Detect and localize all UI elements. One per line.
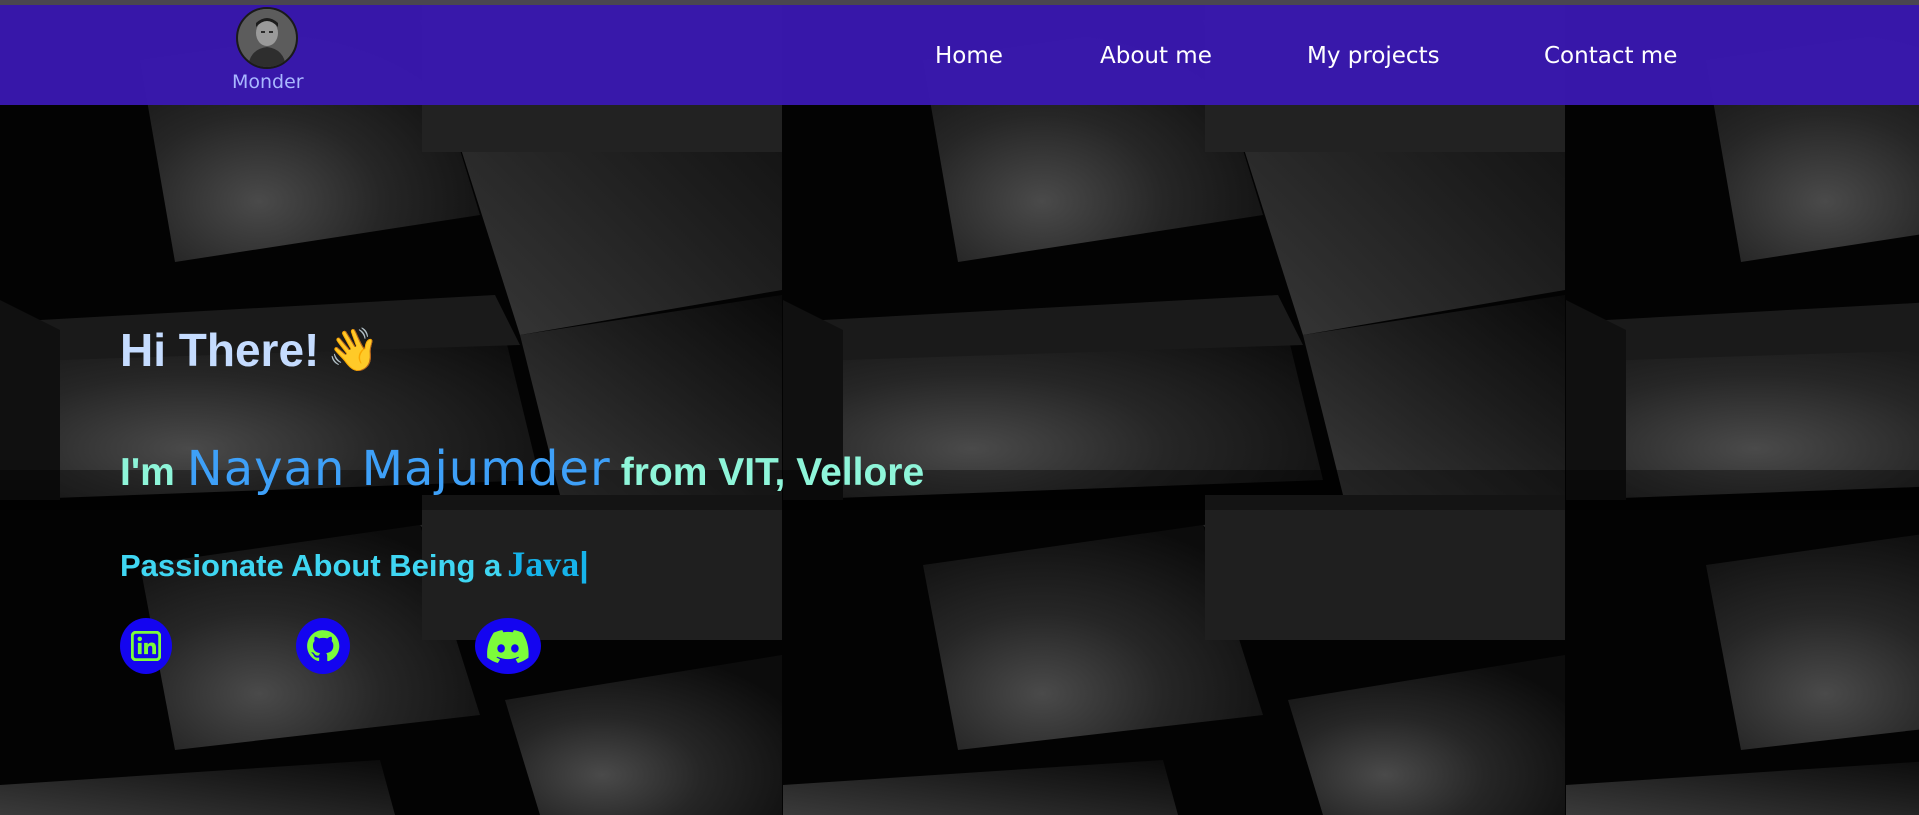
intro-name: Nayan Majumder: [186, 441, 611, 497]
linkedin-icon: [131, 631, 161, 661]
avatar[interactable]: [236, 7, 298, 69]
typewriter-text: Java: [507, 544, 580, 584]
browser-top-strip: [0, 0, 1919, 5]
intro-prefix: I'm: [120, 451, 175, 494]
brand[interactable]: Monder: [232, 7, 304, 93]
brand-name[interactable]: Monder: [232, 71, 304, 93]
passion-lead: Passionate About Being a: [120, 548, 502, 583]
typewriter-cursor: |: [579, 546, 589, 584]
intro-suffix: from VIT, Vellore: [620, 451, 925, 494]
navbar: Monder Home About me My projects Contact…: [0, 5, 1919, 105]
nav-home[interactable]: Home: [935, 43, 1003, 69]
discord-icon: [487, 630, 529, 663]
github-icon: [307, 630, 340, 662]
background-pattern: [0, 0, 1919, 815]
nav-contact-me[interactable]: Contact me: [1544, 43, 1677, 69]
nav-about-me[interactable]: About me: [1100, 43, 1212, 69]
discord-button[interactable]: [475, 618, 541, 674]
waving-hand-icon: 👋: [327, 326, 380, 373]
greeting-heading: Hi There! 👋: [120, 322, 380, 378]
linkedin-button[interactable]: [120, 618, 172, 674]
intro-line: I'm Nayan Majumder from VIT, Vellore: [120, 438, 924, 512]
github-button[interactable]: [296, 618, 350, 674]
greeting-text: Hi There!: [120, 324, 320, 376]
portfolio-page: Monder Home About me My projects Contact…: [0, 0, 1919, 815]
passion-line: Passionate About Being a Java|: [120, 542, 589, 594]
social-links: [120, 618, 620, 678]
nav-my-projects[interactable]: My projects: [1307, 43, 1440, 69]
profile-photo-icon: [238, 9, 296, 67]
